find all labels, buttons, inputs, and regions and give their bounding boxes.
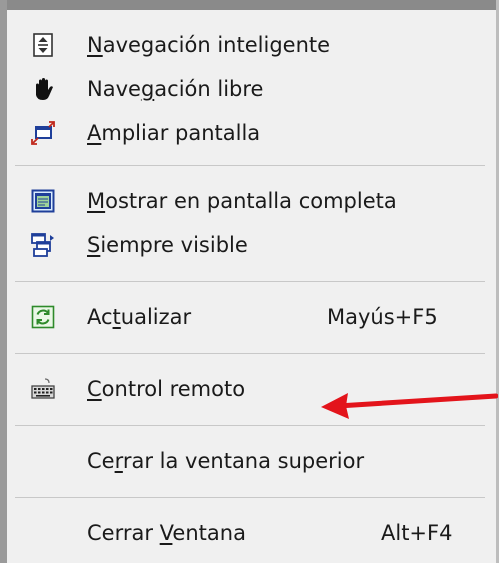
menu-item-label: Cerrar la ventana superior <box>87 449 365 473</box>
menu-item-cerrar-ventana-superior[interactable]: Cerrar la ventana superior <box>7 437 496 485</box>
fullscreen-icon <box>31 189 55 213</box>
shortcut-label: Mayús+F5 <box>327 305 438 329</box>
menu-item-label: Mostrar en pantalla completa <box>87 189 397 213</box>
smart-navigation-icon <box>31 33 55 57</box>
menu-item-label: Navegación inteligente <box>87 33 331 57</box>
enlarge-screen-icon <box>31 121 55 145</box>
context-menu: Navegación inteligente Navegación libre … <box>7 10 496 563</box>
menu-item-label: Siempre visible <box>87 233 248 257</box>
menu-item-navegacion-libre[interactable]: Navegación libre <box>7 65 496 113</box>
menu-item-actualizar[interactable]: Actualizar Mayús+F5 <box>7 293 496 341</box>
window-frame-left <box>0 0 7 563</box>
menu-item-mostrar-pantalla-completa[interactable]: Mostrar en pantalla completa <box>7 177 496 225</box>
shortcut-label: Alt+F4 <box>381 521 453 545</box>
menu-item-cerrar-ventana[interactable]: Cerrar Ventana Alt+F4 <box>7 509 496 557</box>
keyboard-icon <box>31 377 55 401</box>
menu-item-label: Control remoto <box>87 377 246 401</box>
menu-item-ampliar-pantalla[interactable]: Ampliar pantalla <box>7 109 496 157</box>
menu-item-label: Navegación libre <box>87 77 264 101</box>
menu-separator <box>15 165 485 166</box>
menu-item-label: Cerrar Ventana <box>87 521 246 545</box>
menu-separator <box>15 281 485 282</box>
menu-item-siempre-visible[interactable]: Siempre visible <box>7 221 496 269</box>
menu-item-label: Actualizar <box>87 305 192 329</box>
menu-item-label: Ampliar pantalla <box>87 121 261 145</box>
window-frame-top <box>0 0 499 10</box>
red-arrow-icon <box>321 393 498 419</box>
hand-icon <box>31 77 55 101</box>
menu-separator <box>15 497 485 498</box>
menu-separator <box>15 353 485 354</box>
always-on-top-icon <box>31 233 55 257</box>
refresh-icon <box>31 305 55 329</box>
menu-item-navegacion-inteligente[interactable]: Navegación inteligente <box>7 21 496 69</box>
